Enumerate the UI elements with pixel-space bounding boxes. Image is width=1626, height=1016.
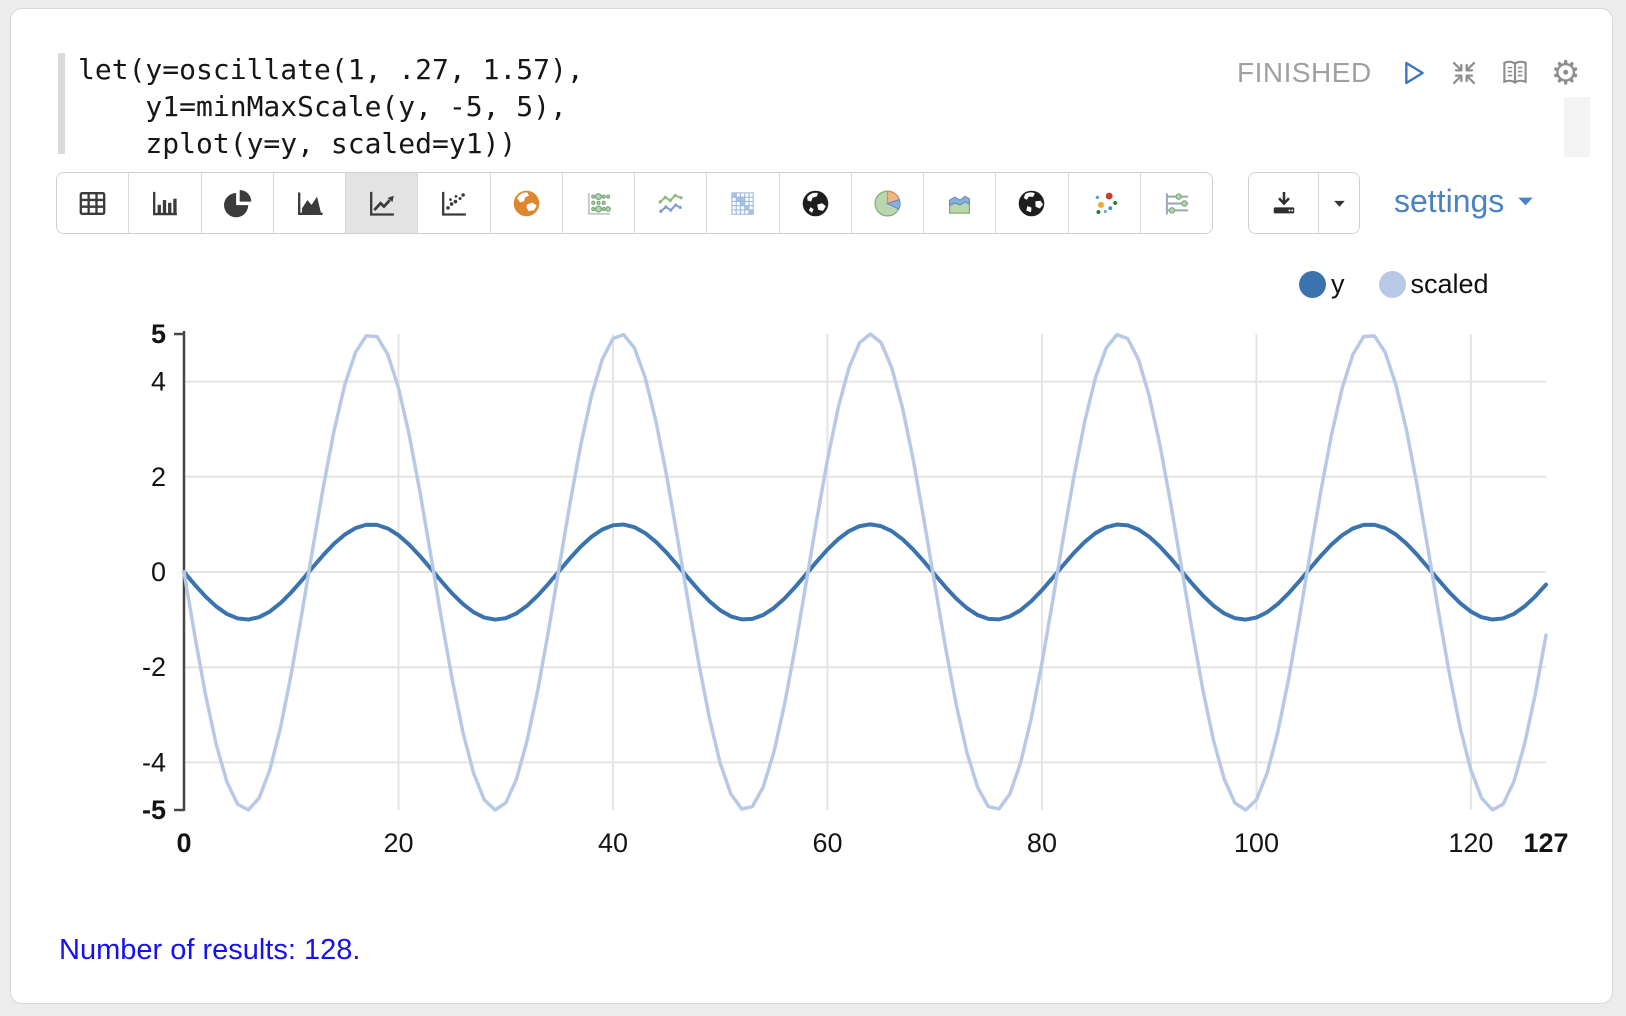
pie-chart-colored-icon (871, 187, 904, 220)
globe-dark-icon (799, 187, 832, 220)
gear-icon: ⚙ (1551, 55, 1581, 91)
docs-button[interactable] (1497, 55, 1533, 91)
settings-caret-icon (1515, 191, 1536, 212)
book-icon (1498, 56, 1532, 90)
chart-type-area[interactable] (273, 173, 345, 233)
chart-type-stacked-area[interactable] (923, 173, 995, 233)
y-tick-label: -5 (142, 795, 166, 825)
collapse-button[interactable] (1446, 55, 1482, 91)
x-tick-label: 40 (598, 828, 628, 858)
y-tick-label: -4 (142, 747, 166, 777)
chart-type-map-dark-alt[interactable] (995, 173, 1067, 233)
run-button[interactable] (1395, 55, 1431, 91)
pie-chart-icon (221, 187, 254, 220)
download-button[interactable] (1249, 173, 1318, 233)
bubble-scatter-icon (1088, 187, 1121, 220)
y-tick-label: 2 (151, 462, 166, 492)
query-card: let(y=oscillate(1, .27, 1.57), y1=minMax… (10, 8, 1613, 1004)
bar-chart-icon (148, 187, 181, 220)
run-icon (1397, 57, 1429, 89)
tick-labels: 5420-2-4-5020406080100120127 (142, 319, 1569, 858)
chart-type-line[interactable] (345, 173, 417, 233)
code-line: zplot(y=y, scaled=y1)) (78, 125, 584, 162)
caret-down-icon (1331, 195, 1348, 212)
x-tick-label: 20 (383, 828, 413, 858)
code-line: let(y=oscillate(1, .27, 1.57), (78, 51, 584, 88)
results-count: Number of results: 128. (59, 934, 360, 967)
x-tick-label: 100 (1234, 828, 1279, 858)
settings-menu[interactable]: settings (1394, 183, 1536, 220)
scatter-plot-icon (437, 187, 470, 220)
download-options-button[interactable] (1318, 173, 1359, 233)
stacked-area-icon (943, 187, 976, 220)
chart-type-toolbar (56, 172, 1213, 234)
chart-type-bubble[interactable] (1068, 173, 1140, 233)
y-tick-label: 5 (151, 319, 166, 349)
settings-label: settings (1394, 183, 1504, 220)
x-tick-label: 120 (1448, 828, 1493, 858)
export-group (1248, 172, 1360, 234)
punch-card-icon (582, 187, 615, 220)
editor-scrollbar[interactable] (1564, 97, 1590, 157)
chart-svg: 5420-2-4-5020406080100120127 (101, 254, 1571, 884)
globe-orange-icon (510, 187, 543, 220)
x-tick-label: 80 (1027, 828, 1057, 858)
chart-type-table[interactable] (57, 173, 128, 233)
chart-type-dotplot[interactable] (1140, 173, 1212, 233)
collapse-icon (1448, 57, 1480, 89)
heatmap-icon (726, 187, 759, 220)
chart-type-scatter[interactable] (417, 173, 489, 233)
status-badge: FINISHED (1237, 57, 1372, 89)
line-chart-icon (365, 187, 398, 220)
globe-dark-alt-icon (1015, 187, 1048, 220)
y-tick-label: -2 (142, 652, 166, 682)
chart-type-heatmap[interactable] (706, 173, 778, 233)
multi-line-chart-icon (654, 187, 687, 220)
dot-plot-icon (1160, 187, 1193, 220)
code-line: y1=minMaxScale(y, -5, 5), (78, 88, 584, 125)
chart-type-pie-colored[interactable] (851, 173, 923, 233)
chart-type-bar[interactable] (128, 173, 200, 233)
area-chart-icon (293, 187, 326, 220)
x-tick-label: 60 (812, 828, 842, 858)
chart-type-multiline[interactable] (634, 173, 706, 233)
chart-type-pie[interactable] (201, 173, 273, 233)
settings-gear-button[interactable]: ⚙ (1548, 55, 1584, 91)
x-tick-label: 0 (176, 828, 191, 858)
grid-lines (184, 334, 1546, 810)
x-tick-label: 127 (1523, 828, 1568, 858)
chart-type-map-orange[interactable] (490, 173, 562, 233)
download-icon (1269, 188, 1299, 218)
editor-controls: FINISHED ⚙ (1237, 53, 1584, 93)
code-editor[interactable]: let(y=oscillate(1, .27, 1.57), y1=minMax… (78, 51, 584, 162)
y-tick-label: 4 (151, 367, 166, 397)
table-icon (76, 187, 109, 220)
editor-gutter (58, 53, 65, 154)
chart-type-punchcard[interactable] (562, 173, 634, 233)
y-tick-label: 0 (151, 557, 166, 587)
chart-type-map-dark[interactable] (779, 173, 851, 233)
